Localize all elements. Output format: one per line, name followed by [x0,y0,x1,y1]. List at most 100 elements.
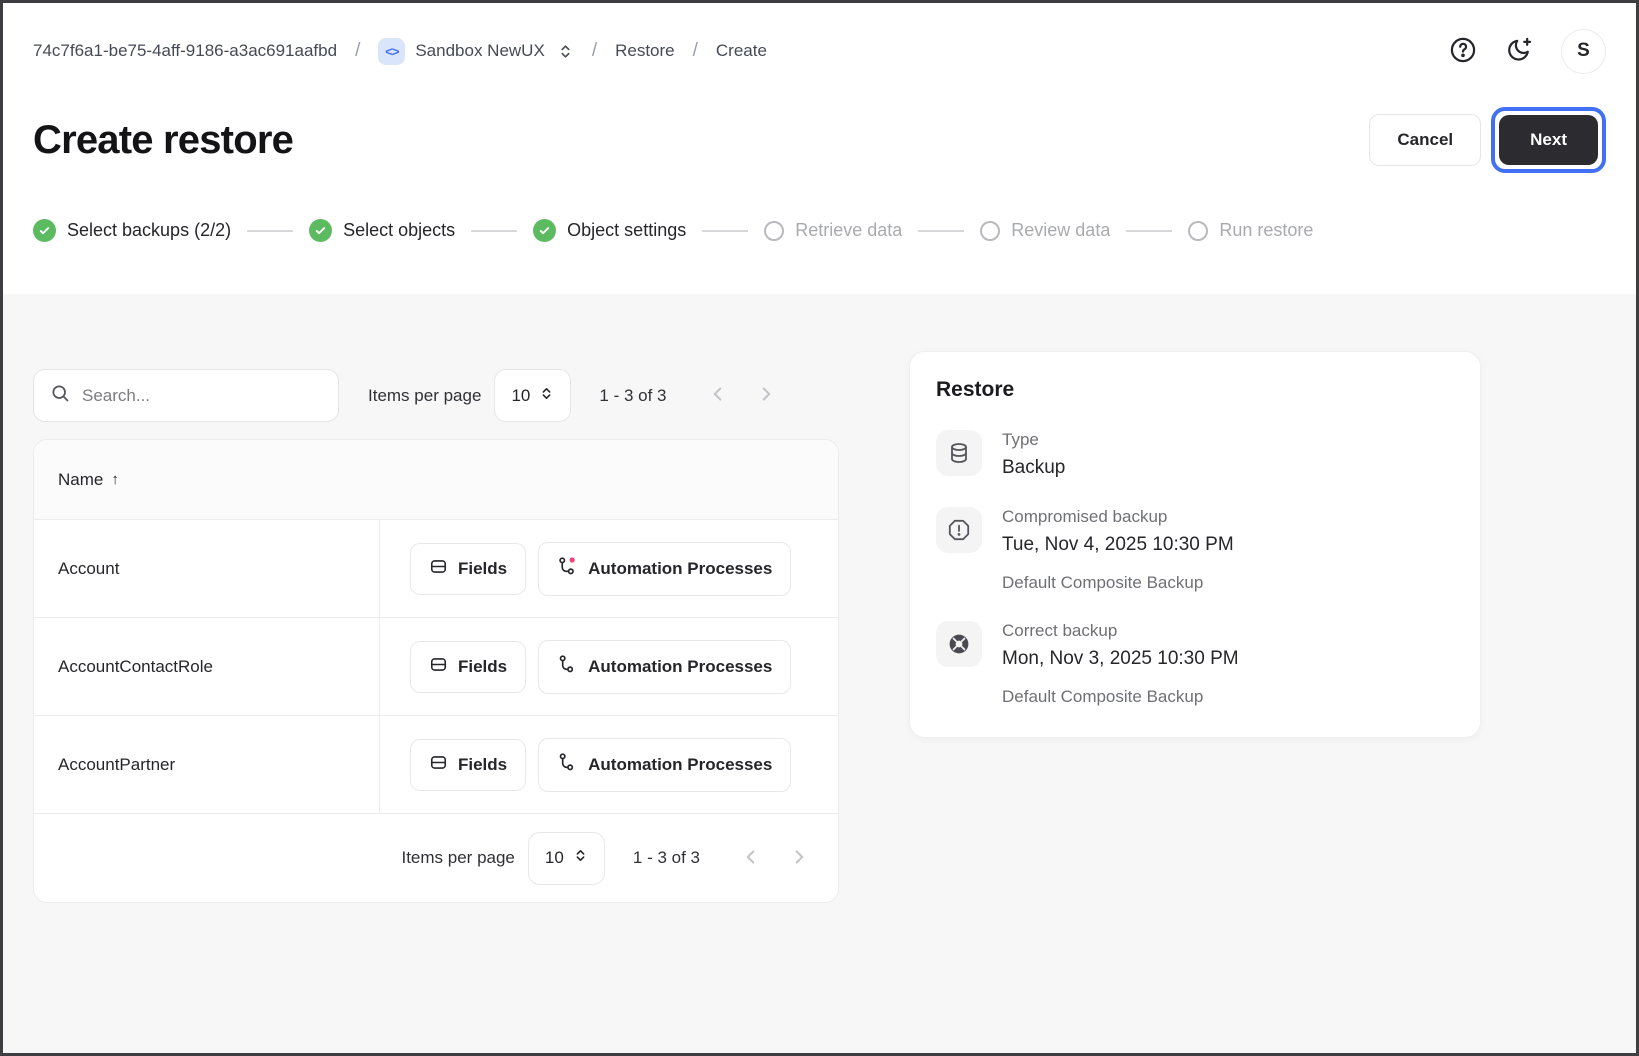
items-per-page-value: 10 [545,848,564,868]
automation-branch-icon [557,654,578,680]
chevron-up-down-icon [557,43,574,60]
automation-processes-button[interactable]: Automation Processes [538,640,791,694]
avatar-initial: S [1577,40,1590,62]
name-column-header[interactable]: Name [58,470,103,490]
breadcrumb-separator: / [592,40,597,62]
summary-item-label: Type [1002,430,1065,450]
summary-item-text: Type Backup [1002,430,1065,479]
search-icon [50,383,70,408]
top-pagination: Items per page 10 1 - 3 of 3 [339,369,777,422]
fields-button[interactable]: Fields [410,739,526,791]
automation-processes-button[interactable]: Automation Processes [538,738,791,792]
restore-summary-panel: Restore Type Backup [909,351,1481,738]
summary-item-value: Mon, Nov 3, 2025 10:30 PM [1002,648,1239,670]
wizard-stepper: Select backups (2/2) Select objects Obje… [33,219,1606,242]
items-per-page-select[interactable]: 10 [528,832,605,885]
table-row: Account Fields Automation Processes [34,520,838,618]
cancel-button[interactable]: Cancel [1369,114,1481,166]
object-name: Account [34,520,380,617]
pending-circle-icon [980,221,1000,241]
table-row: AccountContactRole Fields Automation Pro… [34,618,838,716]
pending-circle-icon [1188,221,1208,241]
automation-processes-label: Automation Processes [588,755,772,775]
sort-ascending-icon[interactable]: ↑ [111,471,119,488]
fields-icon [429,655,448,679]
breadcrumb: 74c7f6a1-be75-4aff-9186-a3ac691aafbd / <… [33,38,767,65]
summary-item-subtext: Default Composite Backup [1002,687,1454,707]
header-actions: Cancel Next [1369,107,1606,173]
automation-processes-button[interactable]: Automation Processes [538,542,791,596]
summary-item-value: Tue, Nov 4, 2025 10:30 PM [1002,534,1234,556]
items-per-page-label: Items per page [401,848,514,868]
previous-page-button[interactable] [707,383,729,408]
fields-button[interactable]: Fields [410,641,526,693]
summary-item-compromised-backup: Compromised backup Tue, Nov 4, 2025 10:3… [936,507,1454,593]
breadcrumb-section[interactable]: Restore [615,41,675,61]
summary-item-text: Compromised backup Tue, Nov 4, 2025 10:3… [1002,507,1234,556]
step-connector [702,230,748,232]
step-connector [471,230,517,232]
step-run-restore: Run restore [1188,220,1313,241]
automation-branch-icon [557,752,578,778]
fields-button[interactable]: Fields [410,543,526,595]
step-label: Run restore [1219,220,1313,241]
search-input[interactable] [82,386,322,406]
table-footer: Items per page 10 1 - 3 of 3 [34,814,838,902]
breadcrumb-org-id[interactable]: 74c7f6a1-be75-4aff-9186-a3ac691aafbd [33,41,337,61]
objects-section: Items per page 10 1 - 3 of 3 [33,351,839,903]
code-icon: <> [378,38,405,65]
items-per-page-select[interactable]: 10 [494,369,571,422]
summary-item-value: Backup [1002,457,1065,479]
title-row: Create restore Cancel Next [33,107,1606,173]
objects-table: Name ↑ Account Fields Automation Process… [33,439,839,903]
fields-icon [429,557,448,581]
bottom-pagination: Items per page 10 1 - 3 of 3 [401,832,810,885]
step-label: Retrieve data [795,220,902,241]
next-button[interactable]: Next [1499,115,1598,165]
fields-icon [429,753,448,777]
pending-circle-icon [764,221,784,241]
help-button[interactable] [1449,36,1477,67]
fields-label: Fields [458,657,507,677]
page-title: Create restore [33,118,293,163]
breadcrumb-separator: / [693,40,698,62]
next-page-button[interactable] [788,846,810,871]
row-actions: Fields Automation Processes [380,618,838,715]
object-name: AccountPartner [34,716,380,813]
chevron-right-icon [755,383,777,408]
database-icon [936,430,982,476]
table-header: Name ↑ [34,440,838,520]
lifebuoy-icon [936,621,982,667]
step-connector [1126,230,1172,232]
environment-selector[interactable]: <> Sandbox NewUX [378,38,573,65]
previous-page-button[interactable] [740,846,762,871]
automation-processes-label: Automation Processes [588,657,772,677]
next-button-highlight: Next [1491,107,1606,173]
step-connector [918,230,964,232]
next-page-button[interactable] [755,383,777,408]
step-select-objects[interactable]: Select objects [309,219,455,242]
pagination-range: 1 - 3 of 3 [633,848,700,868]
help-icon [1449,36,1477,67]
alert-octagon-icon [936,507,982,553]
chevron-right-icon [788,846,810,871]
step-retrieve-data: Retrieve data [764,220,902,241]
summary-item-subtext: Default Composite Backup [1002,573,1454,593]
summary-item-correct-backup: Correct backup Mon, Nov 3, 2025 10:30 PM… [936,621,1454,707]
objects-toolbar: Items per page 10 1 - 3 of 3 [33,369,839,422]
search-box [33,369,339,422]
avatar[interactable]: S [1561,29,1606,74]
step-select-backups[interactable]: Select backups (2/2) [33,219,231,242]
automation-processes-label: Automation Processes [588,559,772,579]
step-label: Object settings [567,220,686,241]
check-circle-icon [533,219,556,242]
object-name: AccountContactRole [34,618,380,715]
step-connector [247,230,293,232]
content-area: Items per page 10 1 - 3 of 3 [3,294,1636,903]
fields-label: Fields [458,559,507,579]
chevron-up-down-icon [573,848,588,868]
step-object-settings[interactable]: Object settings [533,219,686,242]
top-bar: 74c7f6a1-be75-4aff-9186-a3ac691aafbd / <… [33,3,1606,99]
dark-mode-button[interactable] [1505,36,1533,67]
items-per-page-label: Items per page [368,386,481,406]
